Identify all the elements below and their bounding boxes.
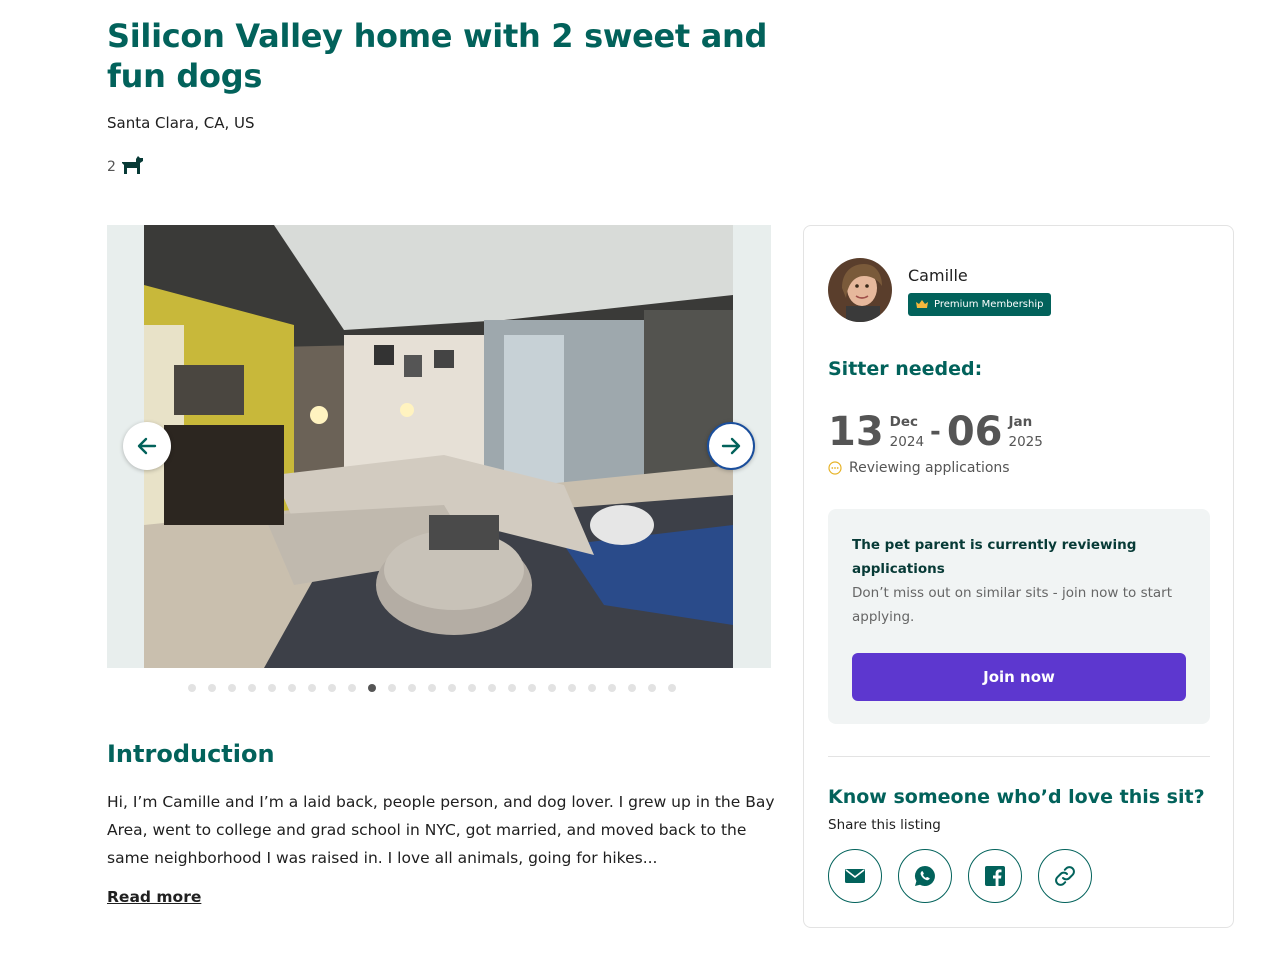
share-subheading: Share this listing [828,817,941,833]
date-separator: - [930,417,941,447]
gallery-dot[interactable] [428,684,436,692]
link-icon [1055,866,1075,886]
gallery-photo-living-room[interactable] [144,225,733,668]
end-year: 2025 [1008,434,1043,450]
gallery-next-button[interactable] [707,422,755,470]
sitter-needed-heading: Sitter needed: [828,358,983,380]
avatar[interactable] [828,258,892,322]
pet-count: 2 [107,154,144,180]
gallery-dot[interactable] [508,684,516,692]
read-more-link[interactable]: Read more [107,888,201,906]
gallery-dot[interactable] [188,684,196,692]
application-status: Reviewing applications [828,460,1010,476]
gallery-prev-button[interactable] [123,422,171,470]
gallery-pagination [188,684,676,692]
premium-badge: Premium Membership [908,293,1052,316]
gallery-dot[interactable] [468,684,476,692]
photo-gallery[interactable] [107,225,771,668]
gallery-dot[interactable] [268,684,276,692]
facebook-icon [985,866,1005,886]
gallery-dot[interactable] [288,684,296,692]
dog-icon [120,154,144,180]
pet-count-value: 2 [107,159,116,175]
premium-badge-label: Premium Membership [934,299,1044,310]
gallery-dot[interactable] [608,684,616,692]
end-day: 06 [946,409,1003,455]
gallery-dot[interactable] [628,684,636,692]
owner-name[interactable]: Camille [908,266,968,285]
review-notice-title: The pet parent is currently reviewing ap… [852,537,1137,577]
gallery-dot[interactable] [328,684,336,692]
share-email-button[interactable] [828,849,882,903]
arrow-right-icon [721,437,741,455]
gallery-dot[interactable] [248,684,256,692]
gallery-dot[interactable] [348,684,356,692]
application-status-label: Reviewing applications [849,460,1010,476]
share-whatsapp-button[interactable] [898,849,952,903]
sit-dates: 13 Dec 2024 - 06 Jan 2025 [828,410,1043,454]
listing-title: Silicon Valley home with 2 sweet and fun… [107,17,768,95]
arrow-left-icon [137,437,157,455]
review-notice-box: The pet parent is currently reviewing ap… [828,509,1210,724]
gallery-dot[interactable] [548,684,556,692]
divider [828,756,1210,757]
gallery-dot[interactable] [388,684,396,692]
join-now-button[interactable]: Join now [852,653,1186,701]
share-buttons [828,849,1092,903]
gallery-dot[interactable] [488,684,496,692]
start-day: 13 [828,409,884,455]
whatsapp-icon [915,866,935,886]
listing-location: Santa Clara, CA, US [107,114,255,132]
gallery-dot-active[interactable] [368,684,376,692]
start-month-year: Dec 2024 [890,412,924,452]
start-year: 2024 [889,434,925,450]
end-month-year: Jan 2025 [1009,412,1043,452]
gallery-dot[interactable] [228,684,236,692]
review-notice-text: Don’t miss out on similar sits - join no… [852,585,1173,625]
introduction-heading: Introduction [107,740,275,768]
share-heading: Know someone who’d love this sit? [828,786,1205,808]
gallery-dot[interactable] [208,684,216,692]
status-ellipsis-icon [828,461,842,475]
gallery-dot[interactable] [648,684,656,692]
share-facebook-button[interactable] [968,849,1022,903]
crown-icon [916,299,928,308]
gallery-dot[interactable] [528,684,536,692]
email-icon [845,869,865,883]
introduction-text: Hi, I’m Camille and I’m a laid back, peo… [107,793,775,867]
gallery-dot[interactable] [588,684,596,692]
gallery-dot[interactable] [308,684,316,692]
listing-sidebar-card: Camille Premium Membership Sitter needed… [803,225,1234,928]
gallery-dot[interactable] [668,684,676,692]
start-month: Dec [889,414,919,430]
share-copy-link-button[interactable] [1038,849,1092,903]
gallery-dot[interactable] [448,684,456,692]
gallery-dot[interactable] [408,684,416,692]
end-month: Jan [1008,414,1033,430]
gallery-dot[interactable] [568,684,576,692]
